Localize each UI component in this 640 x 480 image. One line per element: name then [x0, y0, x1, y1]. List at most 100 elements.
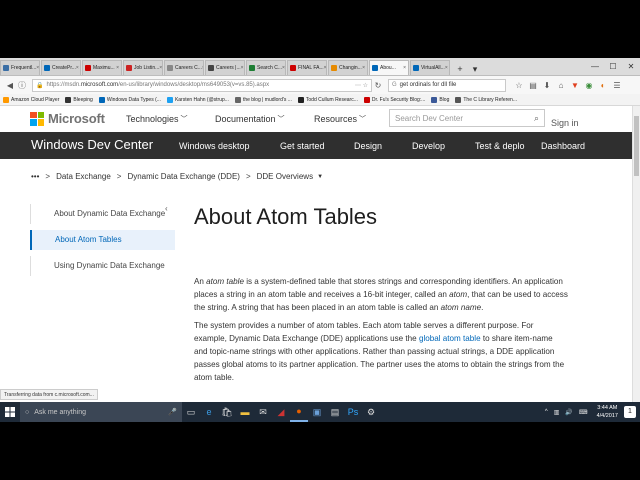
browser-tab[interactable]: Careers C...×	[164, 60, 204, 75]
mail-icon[interactable]: ✉	[254, 402, 272, 422]
close-tab-icon[interactable]: ×	[159, 65, 162, 71]
close-tab-icon[interactable]: ×	[116, 65, 119, 71]
volume-icon[interactable]: 🔊	[565, 409, 572, 416]
breadcrumb-data-exchange[interactable]: Data Exchange	[56, 172, 111, 181]
bookmark-label: Bleeping	[73, 96, 93, 103]
explorer-icon[interactable]: ▬	[236, 402, 254, 422]
info-icon[interactable]: ⓘ	[16, 80, 28, 91]
bookmark-item[interactable]: The C Library Referen...	[455, 96, 517, 103]
close-icon[interactable]: ✕	[622, 62, 640, 71]
dev-nav-get-started[interactable]: Get started	[280, 141, 325, 151]
bookmark-item[interactable]: Dr. Fu's Security Blog:...	[363, 96, 425, 103]
sign-in-link[interactable]: Sign in	[551, 118, 579, 128]
network-icon[interactable]: ▥	[554, 409, 560, 416]
bookmark-item[interactable]: Bleeping	[65, 96, 93, 103]
close-tab-icon[interactable]: ×	[403, 65, 406, 71]
app-icon[interactable]: ◢	[272, 402, 290, 422]
menu-icon[interactable]: ☰	[610, 81, 624, 90]
browser-tab[interactable]: Careers |... ×	[205, 60, 245, 75]
keyboard-icon[interactable]: ⌨	[579, 409, 588, 416]
search-input[interactable]: G get ordinals for dll file	[388, 78, 506, 92]
notification-center-icon[interactable]: 1	[624, 406, 636, 418]
breadcrumb-separator: >	[45, 172, 51, 181]
browser-tab[interactable]: Abou... ×	[369, 60, 409, 75]
maximize-icon[interactable]: ☐	[604, 62, 622, 71]
close-tab-icon[interactable]: ×	[445, 65, 448, 71]
chevron-down-icon: ﹀	[277, 116, 285, 123]
adblock-icon[interactable]: ◐	[596, 81, 610, 90]
edge-icon[interactable]: e	[200, 402, 218, 422]
firefox-icon[interactable]: ●	[290, 402, 308, 422]
caret-down-icon[interactable]: ▼	[317, 174, 323, 180]
shield-icon[interactable]: ▼	[568, 81, 582, 90]
breadcrumb-dde-overviews[interactable]: DDE Overviews	[257, 172, 313, 181]
dev-nav-windows-desktop[interactable]: Windows desktop	[179, 141, 250, 151]
bookmark-item[interactable]: Todd Cullum Researc...	[297, 96, 358, 103]
browser-tab[interactable]: VirtualAll... ×	[410, 60, 450, 75]
sidebar-item-about-atom-tables[interactable]: About Atom Tables	[30, 230, 175, 250]
show-hidden-icons[interactable]: ^	[545, 409, 548, 415]
extension-icon[interactable]: ◉	[582, 81, 596, 90]
browser-tab[interactable]: Search C... ×	[246, 60, 286, 75]
bookmark-item[interactable]: the blog | mudlord's ...	[234, 96, 292, 103]
url-tools[interactable]: ⋯ ☆	[355, 82, 368, 89]
task-view-icon[interactable]: ▭	[182, 402, 200, 422]
download-icon[interactable]: ⬇	[540, 81, 554, 90]
reading-list-icon[interactable]: ▤	[526, 81, 540, 90]
store-icon[interactable]: 🛍	[218, 402, 236, 422]
dev-center-search-input[interactable]: Search Dev Center ⌕	[389, 109, 545, 127]
browser-tab[interactable]: Job Listin... ×	[123, 60, 163, 75]
scrollbar-thumb[interactable]	[634, 116, 639, 176]
back-icon[interactable]: ◀	[4, 81, 16, 90]
microphone-icon[interactable]: 🎤	[168, 408, 177, 416]
browser-tab[interactable]: Changin... ×	[328, 60, 368, 75]
bookmark-item[interactable]: Blog	[431, 96, 449, 103]
global-atom-table-link[interactable]: global atom table	[419, 334, 481, 343]
browser-tab[interactable]: Maximu... ×	[82, 60, 122, 75]
settings-icon[interactable]: ⚙	[362, 402, 380, 422]
tab-list-button[interactable]: ▾	[469, 63, 481, 75]
search-icon[interactable]: ⌕	[534, 113, 539, 124]
dev-nav-design[interactable]: Design	[354, 141, 382, 151]
close-tab-icon[interactable]: ×	[362, 65, 365, 71]
reload-icon[interactable]: ↻	[372, 81, 384, 90]
nav-documentation[interactable]: Documentation ﹀	[215, 114, 285, 124]
browser-tab[interactable]: Frequentl... ×	[0, 60, 40, 75]
browser-tab[interactable]: CreatePr... ×	[41, 60, 81, 75]
chevron-down-icon: ﹀	[359, 116, 367, 123]
nav-technologies[interactable]: Technologies ﹀	[126, 114, 188, 124]
close-tab-icon[interactable]: ×	[76, 65, 79, 71]
nav-resources[interactable]: Resources ﹀	[314, 114, 366, 124]
breadcrumb-dde[interactable]: Dynamic Data Exchange (DDE)	[127, 172, 239, 181]
dev-nav-dashboard[interactable]: Dashboard	[541, 141, 585, 151]
close-tab-icon[interactable]: ×	[202, 65, 203, 71]
photoshop-icon[interactable]: Ps	[344, 402, 362, 422]
breadcrumb-more[interactable]: •••	[31, 172, 39, 181]
dev-center-title[interactable]: Windows Dev Center	[31, 137, 153, 152]
dev-nav-test-deploy[interactable]: Test & deplo	[475, 141, 525, 151]
close-tab-icon[interactable]: ×	[36, 65, 39, 71]
clock[interactable]: 3:44 AM 4/4/2017	[597, 404, 618, 420]
virtualbox-icon[interactable]: ▣	[308, 402, 326, 422]
vertical-scrollbar[interactable]	[632, 106, 640, 402]
bookmark-star-icon[interactable]: ☆	[512, 81, 526, 90]
dev-nav-develop[interactable]: Develop	[412, 141, 445, 151]
close-tab-icon[interactable]: ×	[324, 65, 326, 71]
sidebar-item-about-dde[interactable]: About Dynamic Data Exchange	[30, 204, 175, 224]
start-button[interactable]	[0, 402, 20, 422]
bookmark-item[interactable]: Karsten Hahn (@strup...	[166, 96, 229, 103]
url-host: microsoft.com	[80, 82, 119, 88]
home-icon[interactable]: ⌂	[554, 81, 568, 90]
close-tab-icon[interactable]: ×	[241, 65, 244, 71]
sidebar-item-using-dde[interactable]: Using Dynamic Data Exchange	[30, 256, 175, 276]
cortana-search-input[interactable]: ○ Ask me anything 🎤	[20, 402, 182, 422]
browser-tab[interactable]: FINAL FA... ×	[287, 60, 327, 75]
minimize-icon[interactable]: —	[586, 62, 604, 71]
new-tab-button[interactable]: +	[454, 63, 466, 75]
microsoft-logo[interactable]: Microsoft	[30, 111, 105, 126]
bookmark-item[interactable]: Windows Data Types (...	[98, 96, 161, 103]
close-tab-icon[interactable]: ×	[282, 65, 285, 71]
bookmark-item[interactable]: Amazon Cloud Player	[3, 96, 59, 103]
address-bar[interactable]: 🔒 https://msdn. microsoft.com/en-us/libra…	[32, 78, 372, 92]
notepad-icon[interactable]: ▤	[326, 402, 344, 422]
